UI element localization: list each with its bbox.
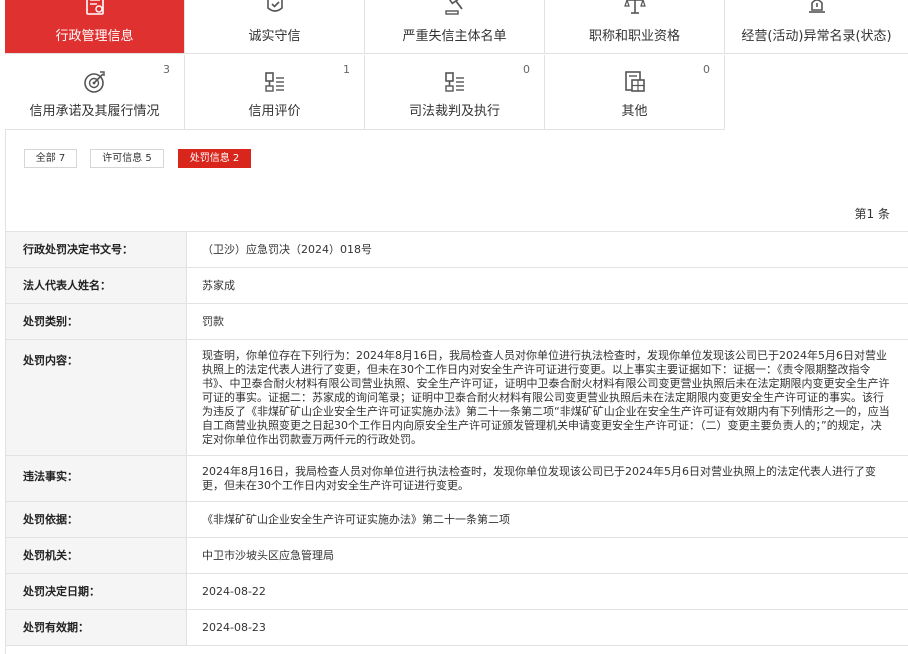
document-seal-icon	[82, 0, 108, 18]
tab-serious-dishonesty-list[interactable]: 严重失信主体名单	[365, 0, 545, 54]
tab-label: 诚实守信	[248, 29, 301, 44]
detail-row-violation-facts: 违法事实： 2024年8月16日，我局检查人员对你单位进行执法检查时，发现你单位…	[6, 456, 908, 502]
tab-count: 1	[343, 63, 350, 76]
detail-value: 2024-08-23	[202, 621, 266, 634]
alarm-light-icon	[804, 0, 830, 18]
detail-value: 罚款	[202, 315, 224, 328]
category-tabs: 行政管理信息 诚实守信 严重失信主体名单 职称和职业资格 经营(活动)异常名录(…	[5, 0, 908, 130]
detail-label: 处罚类别：	[6, 304, 187, 339]
detail-row-penalty-basis: 处罚依据： 《非煤矿矿山企业安全生产许可证实施办法》第二十一条第二项	[6, 502, 908, 538]
tab-label: 信用评价	[248, 104, 301, 119]
detail-label: 行政处罚决定书文号：	[6, 232, 187, 267]
tab-label: 严重失信主体名单	[402, 29, 507, 44]
detail-label: 违法事实：	[6, 456, 187, 501]
detail-label: 法人代表人姓名：	[6, 268, 187, 303]
tab-label: 职称和职业资格	[588, 29, 680, 44]
tab-count: 3	[163, 63, 170, 76]
detail-row-decision-date: 处罚决定日期： 2024-08-22	[6, 574, 908, 610]
detail-label: 处罚决定日期：	[6, 574, 187, 609]
detail-value: 2024年8月16日，我局检查人员对你单位进行执法检查时，发现你单位发现该公司已…	[202, 465, 876, 492]
grid-document-icon	[622, 69, 648, 95]
tab-label: 经营(活动)异常名录(状态)	[741, 29, 892, 44]
detail-row-legal-rep: 法人代表人姓名： 苏家成	[6, 268, 908, 304]
tab-label: 其他	[621, 104, 648, 119]
detail-value: 中卫市沙坡头区应急管理局	[202, 549, 334, 562]
detail-row-penalty-type: 处罚类别： 罚款	[6, 304, 908, 340]
detail-value: 现查明，你单位存在下列行为：2024年8月16日，我局检查人员对你单位进行执法检…	[202, 349, 890, 446]
tab-label: 司法裁判及执行	[408, 104, 500, 119]
tab-label: 信用承诺及其履行情况	[29, 104, 160, 119]
tab-abnormal-operation[interactable]: 经营(活动)异常名录(状态)	[725, 0, 908, 54]
penalty-detail-table: 行政处罚决定书文号： （卫沙）应急罚决（2024）018号 法人代表人姓名： 苏…	[6, 231, 908, 646]
trust-badge-icon	[262, 0, 288, 18]
tab-credit-evaluation[interactable]: 1 信用评价	[185, 55, 365, 130]
detail-value: 苏家成	[202, 279, 235, 292]
detail-label: 处罚机关：	[6, 538, 187, 573]
detail-row-validity: 处罚有效期： 2024-08-23	[6, 610, 908, 646]
tab-count: 0	[703, 63, 710, 76]
tab-professional-qualification[interactable]: 职称和职业资格	[545, 0, 725, 54]
trophy-list-icon	[262, 69, 288, 95]
tab-label: 行政管理信息	[55, 29, 134, 44]
tab-honesty[interactable]: 诚实守信	[185, 0, 365, 54]
target-icon	[82, 69, 108, 95]
record-number: 第1 条	[854, 207, 890, 221]
detail-row-penalty-content: 处罚内容： 现查明，你单位存在下列行为：2024年8月16日，我局检查人员对你单…	[6, 340, 908, 456]
scales-icon	[622, 0, 648, 18]
detail-label: 处罚有效期：	[6, 610, 187, 645]
detail-label: 处罚依据：	[6, 502, 187, 537]
tab-judicial[interactable]: 0 司法裁判及执行	[365, 55, 545, 130]
tab-admin-info[interactable]: 行政管理信息	[5, 0, 185, 54]
detail-row-doc-no: 行政处罚决定书文号： （卫沙）应急罚决（2024）018号	[6, 232, 908, 268]
filter-license-button[interactable]: 许可信息 5	[90, 149, 164, 168]
detail-value: 《非煤矿矿山企业安全生产许可证实施办法》第二十一条第二项	[202, 513, 510, 526]
filter-all-button[interactable]: 全部 7	[24, 149, 77, 168]
court-list-icon	[442, 69, 468, 95]
detail-value: 2024-08-22	[202, 585, 266, 598]
detail-label: 处罚内容：	[6, 340, 187, 455]
tab-count: 0	[523, 63, 530, 76]
tab-credit-commitment[interactable]: 3 信用承诺及其履行情况	[5, 55, 185, 130]
filter-penalty-button[interactable]: 处罚信息 2	[178, 149, 251, 168]
tab-other[interactable]: 0 其他	[545, 55, 725, 130]
detail-row-penalty-authority: 处罚机关： 中卫市沙坡头区应急管理局	[6, 538, 908, 574]
gavel-icon	[442, 0, 468, 18]
detail-value: （卫沙）应急罚决（2024）018号	[202, 243, 372, 256]
